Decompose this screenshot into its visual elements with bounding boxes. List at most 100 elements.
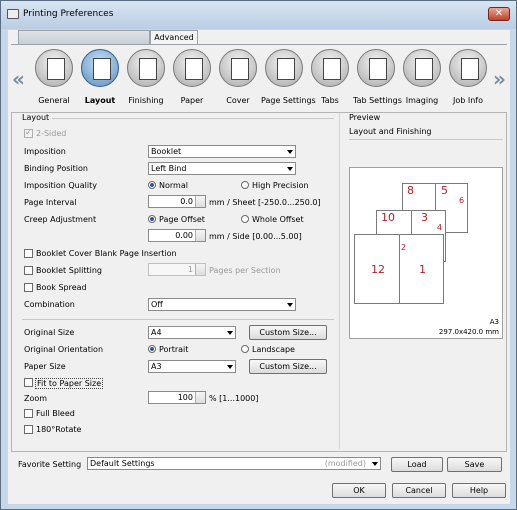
favorite-setting-bar: Favorite Setting Default Settings (modif… bbox=[11, 456, 507, 474]
two-sided-label: 2-Sided bbox=[36, 129, 67, 138]
section-divider bbox=[22, 319, 334, 320]
rotate-checkbox[interactable] bbox=[24, 425, 33, 434]
feature-tabs[interactable]: Tabs bbox=[307, 47, 353, 113]
binding-label: Binding Position bbox=[24, 164, 88, 173]
creep-page-offset-radio[interactable] bbox=[148, 215, 156, 223]
combination-label: Combination bbox=[24, 300, 75, 309]
feature-general[interactable]: General bbox=[31, 47, 77, 113]
chevron-down-icon bbox=[287, 167, 293, 171]
imposition-select[interactable]: Booklet bbox=[148, 145, 296, 158]
feature-cover[interactable]: Cover bbox=[215, 47, 261, 113]
page-interval-label: Page Interval bbox=[24, 198, 77, 207]
page-interval-unit: mm / Sheet [-250.0...250.0] bbox=[209, 198, 321, 207]
tab-advanced[interactable]: Advanced bbox=[150, 30, 198, 44]
tab-settings-icon bbox=[357, 49, 395, 87]
chevron-down-icon bbox=[227, 331, 233, 335]
combination-select[interactable]: Off bbox=[148, 298, 296, 311]
original-size-select[interactable]: A4 bbox=[148, 326, 236, 339]
booklet-cover-checkbox[interactable] bbox=[24, 249, 33, 258]
booklet-cover-label: Booklet Cover Blank Page Insertion bbox=[36, 249, 177, 258]
feature-carousel: « General Layout Finishing Paper Cover P… bbox=[11, 44, 507, 114]
feature-tab-settings[interactable]: Tab Settings bbox=[353, 47, 402, 113]
booklet-split-checkbox[interactable] bbox=[24, 266, 33, 275]
orientation-label: Original Orientation bbox=[24, 345, 104, 354]
preview-paper: A3 bbox=[489, 318, 499, 326]
imaging-icon bbox=[403, 49, 441, 87]
tabs-icon bbox=[311, 49, 349, 87]
zoom-spinner[interactable]: 100 bbox=[148, 391, 206, 404]
group-divider bbox=[52, 118, 334, 119]
preview-sheet-front: 12 1 2 bbox=[354, 234, 444, 304]
creep-spinner[interactable]: 0.00 bbox=[148, 229, 206, 242]
creep-whole-offset-radio[interactable] bbox=[241, 215, 249, 223]
full-bleed-label: Full Bleed bbox=[36, 409, 75, 418]
quality-high-radio[interactable] bbox=[241, 181, 249, 189]
original-size-label: Original Size bbox=[24, 328, 75, 337]
portrait-label: Portrait bbox=[159, 345, 189, 354]
creep-unit: mm / Side [0.00...5.00] bbox=[209, 232, 302, 241]
page-number: 3 bbox=[421, 211, 428, 224]
feature-layout[interactable]: Layout bbox=[77, 47, 123, 113]
custom-size-button-original[interactable]: Custom Size... bbox=[249, 325, 327, 340]
quality-high-label: High Precision bbox=[252, 181, 309, 190]
favorite-select[interactable]: Default Settings (modified) bbox=[87, 457, 381, 470]
scroll-left-icon[interactable]: « bbox=[12, 67, 25, 91]
layout-icon bbox=[81, 49, 119, 87]
chevron-down-icon bbox=[287, 150, 293, 154]
ok-button[interactable]: OK bbox=[332, 483, 386, 498]
quality-normal-label: Normal bbox=[159, 181, 188, 190]
page-number: 12 bbox=[371, 263, 385, 276]
preview-image: 8 5 6 10 3 4 12 1 2 A3 297.0x420.0 mm bbox=[349, 167, 503, 339]
printer-icon bbox=[35, 49, 73, 87]
split-spinner[interactable]: 1 bbox=[148, 263, 206, 276]
paper-size-select[interactable]: A3 bbox=[148, 360, 236, 373]
window-title: Printing Preferences bbox=[23, 9, 114, 19]
cancel-button[interactable]: Cancel bbox=[392, 483, 446, 498]
landscape-label: Landscape bbox=[252, 345, 295, 354]
preview-divider bbox=[349, 139, 503, 140]
chevron-down-icon bbox=[287, 303, 293, 307]
paper-size-label: Paper Size bbox=[24, 362, 66, 371]
feature-imaging[interactable]: Imaging bbox=[399, 47, 445, 113]
creep-whole-offset-label: Whole Offset bbox=[252, 215, 304, 224]
booklet-split-label: Booklet Splitting bbox=[36, 266, 102, 275]
feature-paper[interactable]: Paper bbox=[169, 47, 215, 113]
page-number: 8 bbox=[407, 184, 414, 197]
zoom-label: Zoom bbox=[24, 394, 48, 403]
page-interval-spinner[interactable]: 0.0 bbox=[148, 195, 206, 208]
quality-normal-radio[interactable] bbox=[148, 181, 156, 189]
fit-to-paper-checkbox[interactable] bbox=[24, 378, 33, 387]
rotate-label: 180°Rotate bbox=[36, 425, 82, 434]
creep-label: Creep Adjustment bbox=[24, 215, 97, 224]
help-button[interactable]: Help bbox=[452, 483, 506, 498]
load-button[interactable]: Load bbox=[391, 457, 443, 472]
tab-basic[interactable] bbox=[18, 30, 150, 44]
full-bleed-checkbox[interactable] bbox=[24, 409, 33, 418]
landscape-radio[interactable] bbox=[241, 345, 249, 353]
feature-job-info[interactable]: Job Info bbox=[445, 47, 491, 113]
feature-page-settings[interactable]: Page Settings bbox=[261, 47, 316, 113]
page-number: 4 bbox=[437, 223, 443, 232]
close-button[interactable]: ✕ bbox=[488, 7, 510, 21]
printer-icon bbox=[7, 9, 19, 19]
zoom-unit: % [1...1000] bbox=[209, 394, 259, 403]
quality-label: Imposition Quality bbox=[24, 181, 97, 190]
printing-preferences-window: Printing Preferences ✕ Advanced « Genera… bbox=[0, 0, 517, 510]
feature-finishing[interactable]: Finishing bbox=[123, 47, 169, 113]
binding-select[interactable]: Left Bind bbox=[148, 162, 296, 175]
page-number: 2 bbox=[401, 243, 407, 252]
scroll-right-icon[interactable]: » bbox=[493, 67, 506, 91]
preview-group-title: Preview bbox=[349, 113, 381, 122]
page-number: 5 bbox=[441, 184, 448, 197]
two-sided-checkbox[interactable] bbox=[24, 128, 33, 138]
save-button[interactable]: Save bbox=[447, 457, 502, 472]
page-number: 6 bbox=[459, 196, 465, 205]
chevron-down-icon bbox=[227, 365, 233, 369]
dialog-client: Advanced « General Layout Finishing Pape… bbox=[8, 30, 510, 504]
book-spread-checkbox[interactable] bbox=[24, 283, 33, 292]
page-settings-icon bbox=[265, 49, 303, 87]
portrait-radio[interactable] bbox=[148, 345, 156, 353]
custom-size-button-paper[interactable]: Custom Size... bbox=[249, 359, 327, 374]
preview-subtitle: Layout and Finishing bbox=[349, 127, 432, 136]
page-number: 1 bbox=[419, 263, 426, 276]
